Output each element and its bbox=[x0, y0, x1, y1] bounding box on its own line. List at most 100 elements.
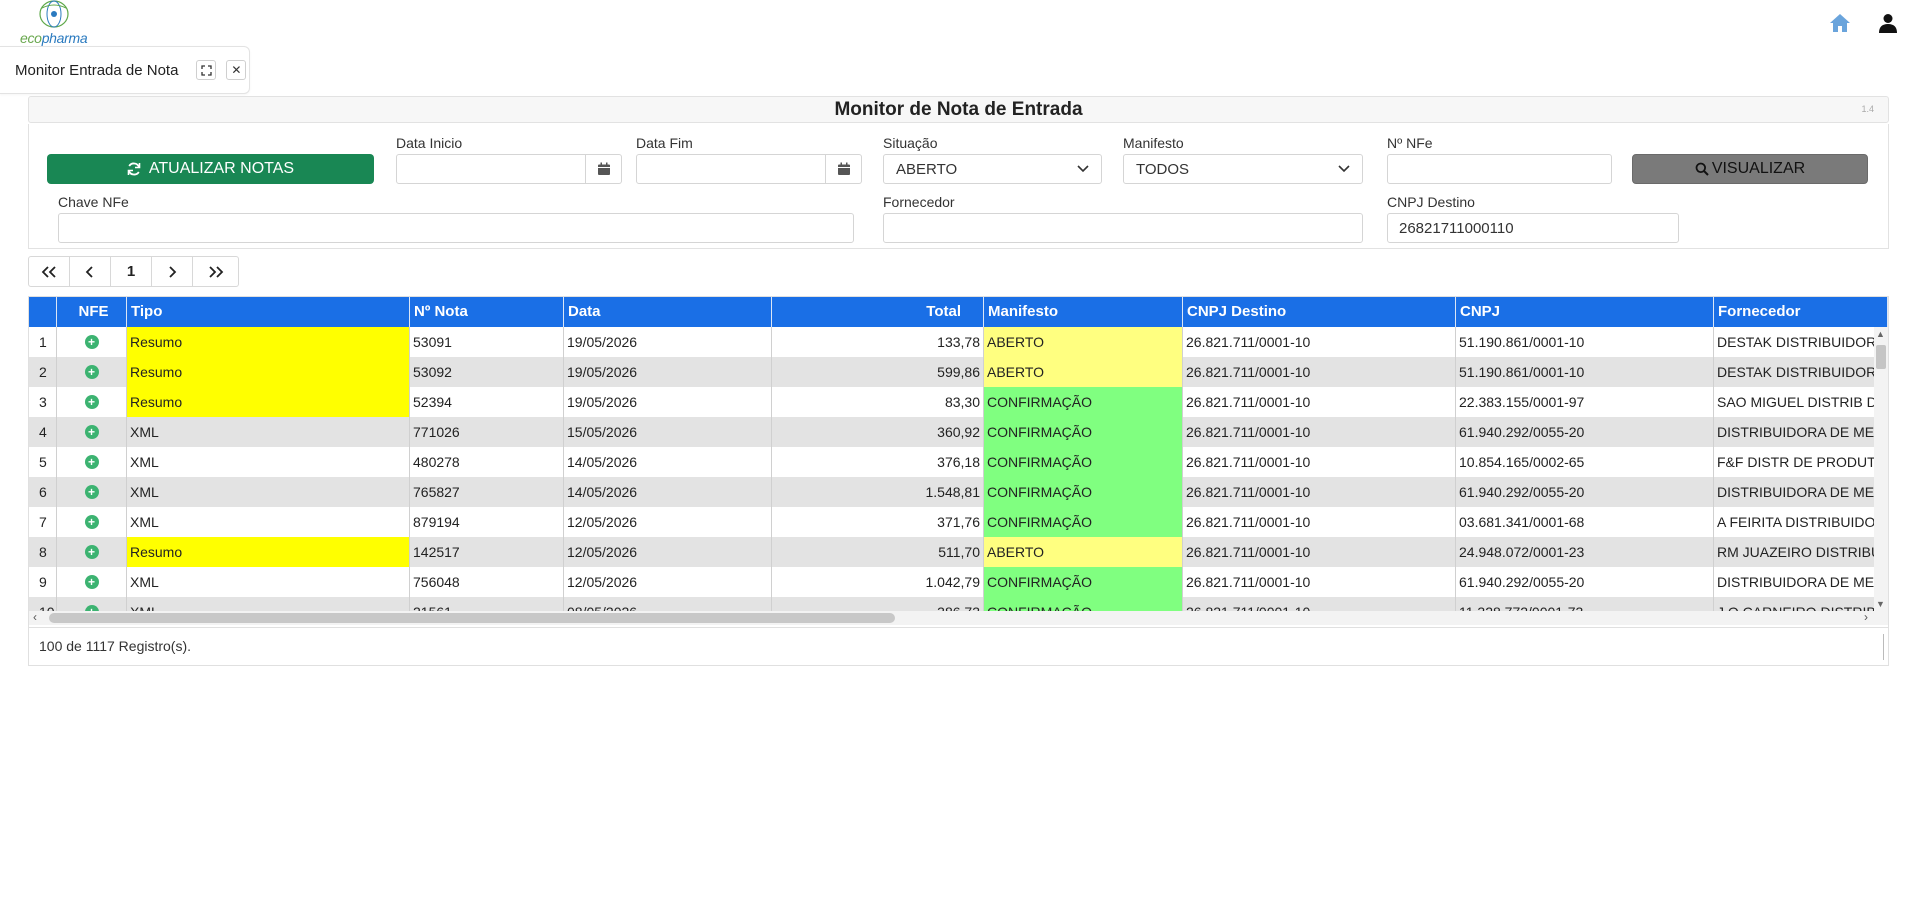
vertical-scrollbar[interactable]: ▲ ▼ bbox=[1874, 327, 1888, 611]
nota-cell: 53091 bbox=[410, 327, 564, 357]
window-tab[interactable]: Monitor Entrada de Nota ✕ bbox=[0, 46, 250, 94]
page-number[interactable]: 1 bbox=[111, 257, 152, 286]
nfe-cell: + bbox=[57, 387, 127, 417]
column-header-cnpj-destino[interactable]: CNPJ Destino bbox=[1183, 297, 1456, 327]
fornecedor-cell: DESTAK DISTRIBUIDORA bbox=[1717, 364, 1886, 380]
situacao-select[interactable]: ABERTO bbox=[883, 154, 1102, 184]
fornecedor-input[interactable] bbox=[883, 213, 1363, 243]
horizontal-scrollbar[interactable]: ‹ › bbox=[29, 610, 1888, 625]
total-cell: 386,73 bbox=[772, 597, 984, 611]
version-label: 1.4 bbox=[1861, 104, 1874, 114]
add-icon[interactable]: + bbox=[84, 515, 99, 529]
cnpj-destino-cell: 26.821.711/0001-10 bbox=[1183, 567, 1456, 597]
double-chevron-left-icon bbox=[41, 265, 56, 278]
nota-cell: 771026 bbox=[410, 417, 564, 447]
table-row[interactable]: 2 + Resumo 53092 19/05/2026 599,86 ABERTO 26.82… bbox=[29, 357, 1888, 387]
chave-nfe-label: Chave NFe bbox=[58, 194, 129, 210]
nota-cell: 879194 bbox=[410, 507, 564, 537]
fornecedor-label: Fornecedor bbox=[883, 194, 955, 210]
table-row[interactable]: 9 + XML 756048 12/05/2026 1.042,79 CONFIRMAÇÃO… bbox=[29, 567, 1888, 597]
manifesto-cell: ABERTO bbox=[984, 327, 1183, 357]
table-row[interactable]: 10+XML2156108/05/2026386,73CONFIRMAÇÃO26… bbox=[29, 597, 1888, 611]
manifesto-cell: CONFIRMAÇÃO bbox=[984, 387, 1183, 417]
table-row[interactable]: 8 + Resumo 142517 12/05/2026 511,70 ABERTO 26.8… bbox=[29, 537, 1888, 567]
column-header-cnpj[interactable]: CNPJ bbox=[1456, 297, 1714, 327]
column-header-fornecedor[interactable]: Fornecedor bbox=[1714, 297, 1888, 327]
refresh-icon bbox=[127, 162, 141, 176]
last-page-button[interactable] bbox=[193, 257, 238, 286]
scroll-left-icon[interactable]: ‹ bbox=[33, 610, 37, 624]
chevron-down-icon bbox=[1338, 165, 1350, 173]
add-icon[interactable]: + bbox=[84, 395, 99, 409]
data-fim-input[interactable] bbox=[636, 154, 826, 184]
tipo-cell: Resumo bbox=[127, 357, 410, 387]
nota-cell: 480278 bbox=[410, 447, 564, 477]
add-icon[interactable]: + bbox=[84, 575, 99, 589]
table-row[interactable]: 5 + XML 480278 14/05/2026 376,18 CONFIRMAÇÃO 26… bbox=[29, 447, 1888, 477]
manifesto-cell: CONFIRMAÇÃO bbox=[984, 447, 1183, 477]
column-header-nfe[interactable]: NFE bbox=[57, 297, 127, 327]
refresh-notes-button[interactable]: ATUALIZAR NOTAS bbox=[47, 154, 374, 184]
column-header-manifesto[interactable]: Manifesto bbox=[984, 297, 1183, 327]
next-page-button[interactable] bbox=[152, 257, 193, 286]
nfe-input[interactable] bbox=[1387, 154, 1612, 184]
row-number: 2 bbox=[29, 357, 57, 387]
fornecedor-cell: DESTAK DISTRIBUIDORA bbox=[1717, 334, 1886, 350]
tipo-cell: Resumo bbox=[127, 387, 410, 417]
row-number: 4 bbox=[29, 417, 57, 447]
add-icon[interactable]: + bbox=[84, 335, 99, 349]
prev-page-button[interactable] bbox=[70, 257, 111, 286]
table-row[interactable]: 4 + XML 771026 15/05/2026 360,92 CONFIRMAÇÃO 26… bbox=[29, 417, 1888, 447]
fornecedor-cell: DISTRIBUIDORA DE MED bbox=[1717, 574, 1885, 590]
user-icon[interactable] bbox=[1875, 10, 1901, 36]
table-row[interactable]: 6 + XML 765827 14/05/2026 1.548,81 CONFIRMAÇÃO… bbox=[29, 477, 1888, 507]
cnpj-destino-cell: 26.821.711/0001-10 bbox=[1183, 537, 1456, 567]
visualizar-button[interactable]: VISUALIZAR bbox=[1632, 154, 1868, 184]
column-header-total[interactable]: Total bbox=[772, 297, 984, 327]
table-row[interactable]: 3 + Resumo 52394 19/05/2026 83,30 CONFIRMAÇÃO 2… bbox=[29, 387, 1888, 417]
cnpj-destino-cell: 26.821.711/0001-10 bbox=[1183, 447, 1456, 477]
calendar-icon[interactable] bbox=[826, 154, 862, 184]
column-header-data[interactable]: Data bbox=[564, 297, 772, 327]
data-inicio-input[interactable] bbox=[396, 154, 586, 184]
cnpj-destino-cell: 26.821.711/0001-10 bbox=[1183, 507, 1456, 537]
add-icon[interactable]: + bbox=[84, 545, 99, 559]
scrollbar-thumb[interactable] bbox=[1876, 345, 1886, 369]
add-icon[interactable]: + bbox=[84, 365, 99, 379]
scrollbar-thumb[interactable] bbox=[49, 613, 895, 623]
logo-emblem-icon bbox=[39, 0, 69, 28]
scroll-up-icon[interactable]: ▲ bbox=[1876, 329, 1885, 339]
data-fim-label: Data Fim bbox=[636, 135, 693, 151]
maximize-icon[interactable] bbox=[196, 60, 217, 80]
close-icon[interactable]: ✕ bbox=[226, 60, 247, 80]
home-icon[interactable] bbox=[1827, 10, 1853, 36]
tipo-cell: XML bbox=[127, 477, 410, 507]
data-cell: 19/05/2026 bbox=[564, 357, 772, 387]
total-cell: 83,30 bbox=[772, 387, 984, 417]
scroll-right-icon[interactable]: › bbox=[1864, 610, 1868, 624]
manifesto-select[interactable]: TODOS bbox=[1123, 154, 1363, 184]
table-header: NFE Tipo Nº Nota Data Total Manifesto CN… bbox=[29, 297, 1888, 327]
fornecedor-cell: RM JUAZEIRO DISTRIBUI bbox=[1717, 544, 1886, 560]
column-header[interactable] bbox=[29, 297, 57, 327]
chave-nfe-input[interactable] bbox=[58, 213, 854, 243]
scroll-down-icon[interactable]: ▼ bbox=[1876, 599, 1885, 609]
add-icon[interactable]: + bbox=[84, 425, 99, 439]
notes-table: NFE Tipo Nº Nota Data Total Manifesto CN… bbox=[28, 296, 1889, 666]
search-icon bbox=[1695, 162, 1709, 176]
nota-cell: 756048 bbox=[410, 567, 564, 597]
table-row[interactable]: 1 + Resumo 53091 19/05/2026 133,78 ABERTO 26.82… bbox=[29, 327, 1888, 357]
add-icon[interactable]: + bbox=[84, 485, 99, 499]
manifesto-cell: ABERTO bbox=[984, 537, 1183, 567]
cnpj-destino-input[interactable] bbox=[1387, 213, 1679, 243]
column-header-nota[interactable]: Nº Nota bbox=[410, 297, 564, 327]
cnpj-destino-label: CNPJ Destino bbox=[1387, 194, 1475, 210]
calendar-icon[interactable] bbox=[586, 154, 622, 184]
add-icon[interactable]: + bbox=[84, 455, 99, 469]
chevron-right-icon bbox=[169, 265, 177, 278]
first-page-button[interactable] bbox=[29, 257, 70, 286]
column-header-tipo[interactable]: Tipo bbox=[127, 297, 410, 327]
tipo-cell: XML bbox=[127, 567, 410, 597]
table-row[interactable]: 7 + XML 879194 12/05/2026 371,76 CONFIRMAÇÃO 26… bbox=[29, 507, 1888, 537]
nfe-cell: + bbox=[57, 537, 127, 567]
